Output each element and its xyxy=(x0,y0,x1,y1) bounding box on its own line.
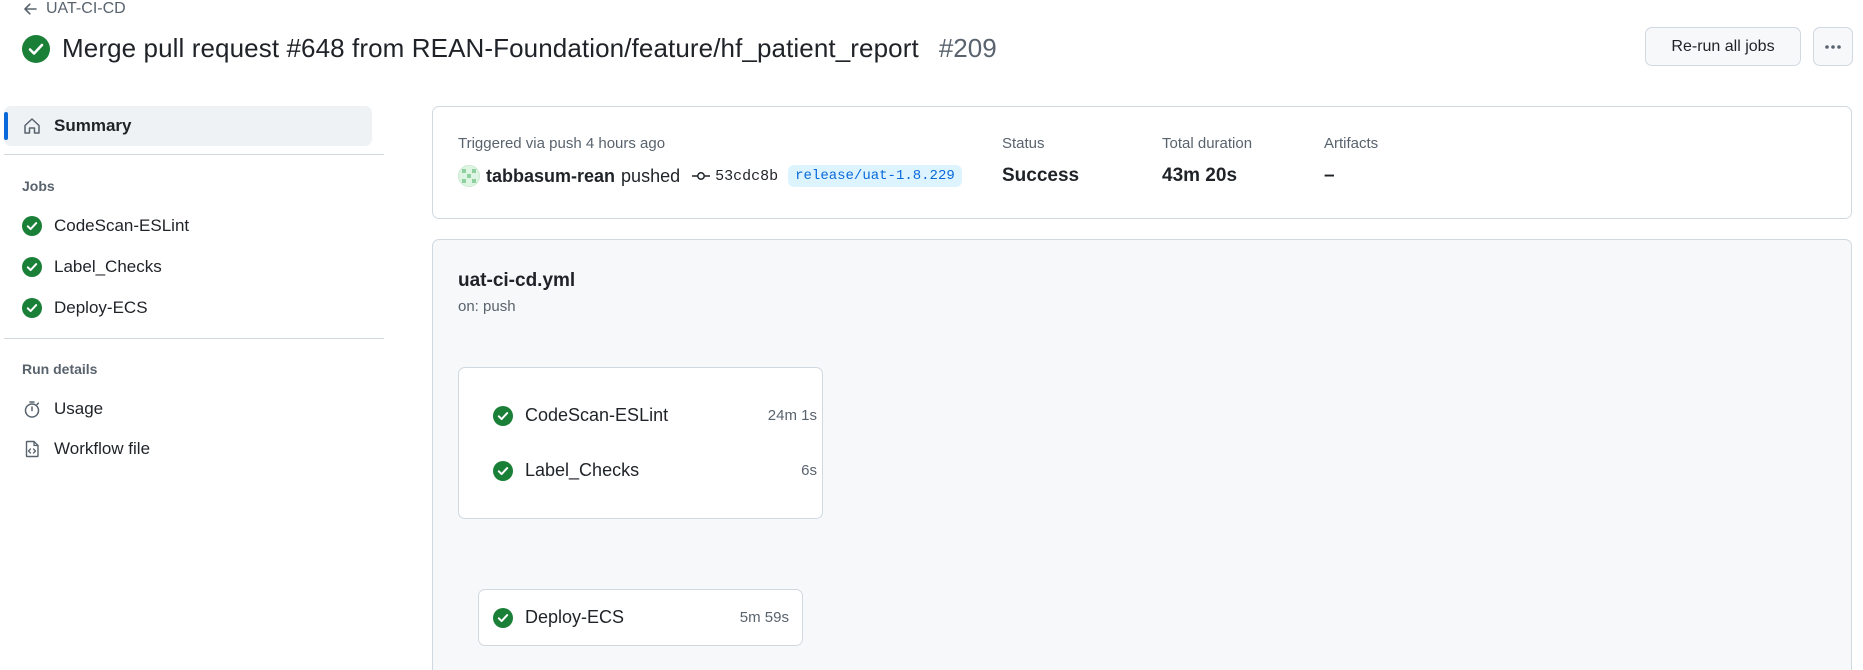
job-duration: 6s xyxy=(801,462,817,479)
graph-connector xyxy=(620,519,660,589)
active-indicator xyxy=(4,112,8,140)
sidebar-item-label: Deploy-ECS xyxy=(54,298,148,317)
branch-label[interactable]: release/uat-1.8.229 xyxy=(788,165,962,187)
success-check-icon xyxy=(22,216,42,236)
commit-link[interactable]: 53cdc8b xyxy=(692,168,778,185)
total-duration-value: 43m 20s xyxy=(1162,165,1238,186)
sidebar-heading-jobs: Jobs xyxy=(22,178,55,194)
job-group: CodeScan-ESLint 24m 1s Label_Checks 6s xyxy=(458,367,823,519)
identicon-icon xyxy=(462,169,476,183)
more-options-button[interactable] xyxy=(1813,27,1853,66)
job-node-codescan[interactable]: CodeScan-ESLint 24m 1s xyxy=(493,405,817,426)
sidebar-item-job-codescan[interactable]: CodeScan-ESLint xyxy=(22,211,189,241)
status-label: Status xyxy=(1002,135,1045,152)
sidebar-heading-run-details: Run details xyxy=(22,361,98,377)
job-name: Deploy-ECS xyxy=(525,607,625,627)
sidebar-divider xyxy=(4,154,384,155)
success-check-icon xyxy=(493,607,513,628)
sidebar-item-label: CodeScan-ESLint xyxy=(54,216,190,235)
workflow-file-name[interactable]: uat-ci-cd.yml xyxy=(458,270,575,292)
success-check-icon xyxy=(493,460,513,481)
stopwatch-icon xyxy=(24,401,40,418)
file-code-icon xyxy=(25,440,39,458)
sidebar-item-label: Workflow file xyxy=(54,439,151,458)
page-title-row: Merge pull request #648 from REAN-Founda… xyxy=(22,33,997,64)
job-duration: 5m 59s xyxy=(739,609,789,626)
triggered-label: Triggered via push 4 hours ago xyxy=(458,135,666,152)
sidebar-item-job-label-checks[interactable]: Label_Checks xyxy=(22,252,162,282)
success-check-icon xyxy=(22,34,50,63)
run-number: #209 xyxy=(938,33,997,63)
page-title: Merge pull request #648 from REAN-Founda… xyxy=(62,33,919,63)
sidebar-item-usage[interactable]: Usage xyxy=(22,394,103,424)
push-info: tabbasum-rean pushed 53cdc8b release/uat… xyxy=(458,165,962,187)
sidebar-item-label: Label_Checks xyxy=(54,257,162,276)
rerun-all-jobs-button[interactable]: Re-run all jobs xyxy=(1645,27,1801,66)
success-check-icon xyxy=(493,405,513,426)
success-check-icon xyxy=(22,298,42,318)
job-duration: 24m 1s xyxy=(767,407,817,424)
home-icon xyxy=(24,118,40,134)
job-node-deploy-ecs[interactable]: Deploy-ECS 5m 59s xyxy=(478,589,803,646)
back-link-label: UAT-CI-CD xyxy=(46,0,126,17)
sidebar-item-label: Summary xyxy=(54,116,132,135)
artifacts-value: – xyxy=(1324,165,1335,186)
job-name: CodeScan-ESLint xyxy=(525,405,669,425)
git-commit-icon xyxy=(692,172,711,180)
run-summary-card xyxy=(432,106,1852,219)
push-action-text: pushed xyxy=(621,165,681,186)
arrow-left-icon xyxy=(24,3,37,15)
job-name: Label_Checks xyxy=(525,460,640,480)
sidebar-item-summary[interactable]: Summary xyxy=(4,106,372,146)
artifacts-label: Artifacts xyxy=(1324,135,1379,152)
job-node-label-checks[interactable]: Label_Checks 6s xyxy=(493,460,817,481)
sidebar-item-job-deploy-ecs[interactable]: Deploy-ECS xyxy=(22,293,148,323)
job-row: Deploy-ECS 5m 59s xyxy=(493,607,789,628)
sidebar-divider xyxy=(4,338,384,339)
commit-sha: 53cdc8b xyxy=(715,167,779,185)
success-check-icon xyxy=(22,257,42,277)
actor-link[interactable]: tabbasum-rean xyxy=(486,166,615,187)
sidebar-item-label: Usage xyxy=(54,399,104,418)
sidebar-item-workflow-file[interactable]: Workflow file xyxy=(22,434,150,464)
back-link-workflow[interactable]: UAT-CI-CD xyxy=(22,0,126,18)
workflow-trigger: on: push xyxy=(458,298,516,315)
status-value: Success xyxy=(1002,165,1080,186)
kebab-horizontal-icon xyxy=(1825,44,1841,49)
avatar[interactable] xyxy=(458,165,480,187)
total-duration-label: Total duration xyxy=(1162,135,1253,152)
